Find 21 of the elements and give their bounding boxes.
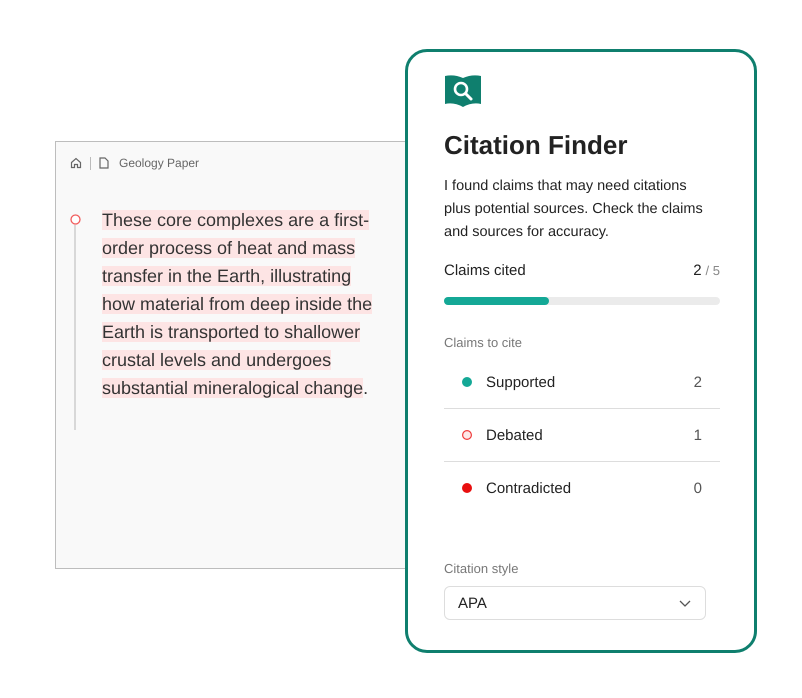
claim-status-label[interactable]: Debated: [486, 426, 694, 444]
claim-count: 1: [694, 426, 702, 444]
field-label: Citation style: [444, 561, 520, 576]
panel-title: Citation Finder: [444, 130, 628, 161]
book-search-icon: [444, 74, 482, 108]
chevron-down-icon: [679, 600, 691, 606]
progress-label: Claims cited: [444, 262, 526, 279]
cited-count: 2: [693, 262, 702, 279]
highlighted-claim-paragraph: These core complexes are a first-order process of heat and mass transfer in the Earth, illustrating how material from deep inside the Earth is transported to shallower crustal levels and undergoes substantial mineralogical change.: [102, 209, 374, 400]
claim-status-label[interactable]: Supported: [486, 374, 694, 390]
section-heading: Claims to cite: [444, 335, 524, 350]
home-icon[interactable]: [70, 157, 82, 169]
document-icon: [99, 157, 109, 169]
breadcrumb-item[interactable]: Geology Paper: [119, 156, 200, 170]
citation-style-dropdown[interactable]: APA: [444, 586, 706, 620]
claim-status-label[interactable]: Contradicted: [486, 480, 694, 496]
claim-count: 0: [694, 480, 702, 496]
total-count: / 5: [706, 263, 720, 278]
claim-marker-icon: [70, 214, 81, 225]
panel-description: I found claims that may need citations plus potential sources. Check the claims and sources for accuracy.: [444, 177, 704, 242]
claim-count: 2: [694, 374, 702, 390]
